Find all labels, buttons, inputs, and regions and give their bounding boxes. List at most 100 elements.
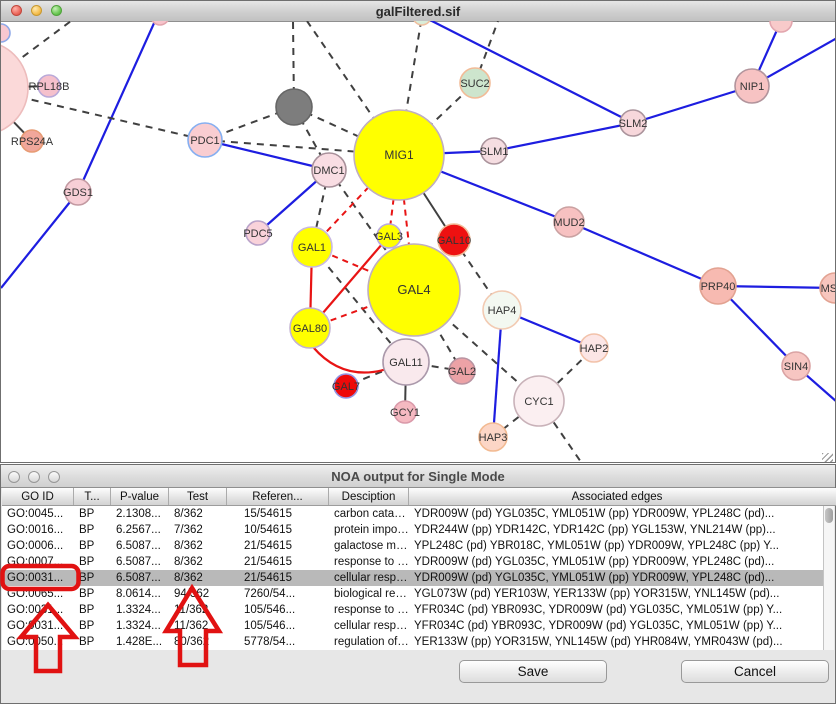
node-gds1[interactable] bbox=[65, 179, 91, 205]
table-cell: YPL248C (pd) YBR018C, YML051W (pp) YDR00… bbox=[409, 540, 825, 552]
table-cell: GO:0016... bbox=[2, 524, 74, 536]
table-cell: galactose meta... bbox=[329, 540, 409, 552]
table-cell: BP bbox=[74, 636, 111, 648]
table-cell: 2.1308... bbox=[111, 508, 169, 520]
node-sin4[interactable] bbox=[782, 352, 810, 380]
network-edge bbox=[205, 140, 329, 170]
node-pdc1[interactable] bbox=[188, 123, 222, 157]
table-row[interactable]: GO:0065...BP8.0614...94/3627260/54...bio… bbox=[2, 586, 825, 602]
network-window-titlebar[interactable]: galFiltered.sif bbox=[1, 1, 835, 22]
column-header-5[interactable]: Desciption bbox=[329, 488, 409, 505]
column-header-4[interactable]: Referen... bbox=[227, 488, 329, 505]
node-slm2[interactable] bbox=[620, 110, 646, 136]
table-cell: GO:0050... bbox=[2, 636, 74, 648]
node-hap2[interactable] bbox=[580, 334, 608, 362]
network-canvas[interactable]: RPL18BRPS24AGDS1PDC1MIG1DMC1SUC2SLM1SLM2… bbox=[1, 21, 835, 462]
table-cell: 8/362 bbox=[169, 540, 227, 552]
table-row[interactable]: GO:0050...BP1.428E...80/3625778/54...reg… bbox=[2, 634, 825, 650]
table-row[interactable]: GO:0007...BP6.5087...8/36221/54615respon… bbox=[2, 554, 825, 570]
table-cell: BP bbox=[74, 572, 111, 584]
table-row[interactable]: GO:0016...BP6.2567...7/36210/54615protei… bbox=[2, 522, 825, 538]
network-edge bbox=[569, 222, 718, 286]
table-cell: YFR034C (pd) YBR093C, YDR009W (pd) YGL03… bbox=[409, 620, 825, 632]
column-header-6[interactable]: Associated edges bbox=[409, 488, 825, 505]
node-gray1[interactable] bbox=[276, 89, 312, 125]
table-cell: YDR009W (pd) YGL035C, YML051W (pp) YDR00… bbox=[409, 556, 825, 568]
node-rps24a[interactable] bbox=[21, 130, 43, 152]
noa-output-window: NOA output for Single Mode GO IDT...P-va… bbox=[0, 464, 836, 704]
node-hap3[interactable] bbox=[479, 423, 507, 451]
table-row[interactable]: GO:0031...BP1.3324...11/362105/546...cel… bbox=[2, 618, 825, 634]
minimize-button[interactable] bbox=[31, 5, 42, 16]
noa-window-titlebar[interactable]: NOA output for Single Mode bbox=[1, 465, 835, 488]
node-rpl18b[interactable] bbox=[38, 75, 60, 97]
node-cyc1[interactable] bbox=[514, 376, 564, 426]
column-header-3[interactable]: Test bbox=[169, 488, 227, 505]
table-cell: 21/54615 bbox=[227, 556, 329, 568]
node-trpink[interactable] bbox=[770, 21, 792, 32]
vertical-scrollbar[interactable] bbox=[823, 506, 834, 650]
table-cell: 6.5087... bbox=[111, 556, 169, 568]
node-cornerpink[interactable] bbox=[1, 24, 10, 42]
table-cell: 10/54615 bbox=[227, 524, 329, 536]
zoom-button[interactable] bbox=[51, 5, 62, 16]
table-body: GO:0045...BP2.1308...8/36215/54615carbon… bbox=[2, 506, 825, 650]
node-gal3[interactable] bbox=[377, 224, 401, 248]
table-cell: 105/546... bbox=[227, 604, 329, 616]
close-button-inactive[interactable] bbox=[8, 471, 20, 483]
table-cell: YGL073W (pd) YER103W, YER133W (pp) YOR31… bbox=[409, 588, 825, 600]
node-gal80[interactable] bbox=[290, 308, 330, 348]
table-cell: YDR244W (pp) YDR142C, YDR142C (pp) YGL15… bbox=[409, 524, 825, 536]
node-gal4[interactable] bbox=[368, 244, 460, 336]
table-cell: YFR034C (pd) YBR093C, YDR009W (pd) YGL03… bbox=[409, 604, 825, 616]
node-nip1[interactable] bbox=[735, 69, 769, 103]
column-header-2[interactable]: P-value bbox=[111, 488, 169, 505]
table-cell: cellular respons... bbox=[329, 620, 409, 632]
node-mud2[interactable] bbox=[554, 207, 584, 237]
table-cell: 6.2567... bbox=[111, 524, 169, 536]
scrollbar-thumb[interactable] bbox=[825, 508, 833, 523]
node-gal7[interactable] bbox=[334, 374, 358, 398]
network-edge bbox=[422, 21, 633, 123]
table-cell: BP bbox=[74, 588, 111, 600]
column-header-1[interactable]: T... bbox=[74, 488, 111, 505]
node-hap4[interactable] bbox=[483, 291, 521, 329]
table-row[interactable]: GO:0045...BP2.1308...8/36215/54615carbon… bbox=[2, 506, 825, 522]
table-cell: 7/362 bbox=[169, 524, 227, 536]
node-gal1[interactable] bbox=[292, 227, 332, 267]
header-corner bbox=[825, 488, 836, 505]
table-row[interactable]: GO:0031...BP6.5087...8/36221/54615cellul… bbox=[2, 570, 825, 586]
table-cell: 8/362 bbox=[169, 556, 227, 568]
node-gal2[interactable] bbox=[449, 358, 475, 384]
table-row[interactable]: GO:0006...BP6.5087...8/36221/54615galact… bbox=[2, 538, 825, 554]
cancel-button[interactable]: Cancel bbox=[681, 660, 829, 683]
table-cell: 8.0614... bbox=[111, 588, 169, 600]
table-cell: protein import i... bbox=[329, 524, 409, 536]
node-gcy1[interactable] bbox=[394, 401, 416, 423]
node-mig1[interactable] bbox=[354, 110, 444, 200]
node-prp40[interactable] bbox=[700, 268, 736, 304]
node-pdc5[interactable] bbox=[246, 221, 270, 245]
zoom-button-inactive[interactable] bbox=[48, 471, 60, 483]
column-header-0[interactable]: GO ID bbox=[2, 488, 74, 505]
minimize-button-inactive[interactable] bbox=[28, 471, 40, 483]
node-suc2[interactable] bbox=[460, 68, 490, 98]
table-cell: 5778/54... bbox=[227, 636, 329, 648]
network-window: galFiltered.sif RPL18BRPS24AGDS1PDC1MIG1… bbox=[0, 0, 836, 463]
table-cell: response to nut... bbox=[329, 604, 409, 616]
node-gal11[interactable] bbox=[383, 339, 429, 385]
table-cell: BP bbox=[74, 620, 111, 632]
table-cell: 80/362 bbox=[169, 636, 227, 648]
close-button[interactable] bbox=[11, 5, 22, 16]
table-cell: 1.3324... bbox=[111, 620, 169, 632]
resize-grip[interactable] bbox=[822, 453, 833, 462]
node-dmc1[interactable] bbox=[312, 153, 346, 187]
table-row[interactable]: GO:0031...BP1.3324...11/362105/546...res… bbox=[2, 602, 825, 618]
save-button[interactable]: Save bbox=[459, 660, 607, 683]
table-cell: 11/362 bbox=[169, 620, 227, 632]
table-cell: 8/362 bbox=[169, 572, 227, 584]
node-slm1[interactable] bbox=[481, 138, 507, 164]
node-gal10[interactable] bbox=[438, 224, 470, 256]
node-topgreen[interactable] bbox=[413, 21, 431, 25]
node-msl5[interactable] bbox=[820, 273, 835, 303]
